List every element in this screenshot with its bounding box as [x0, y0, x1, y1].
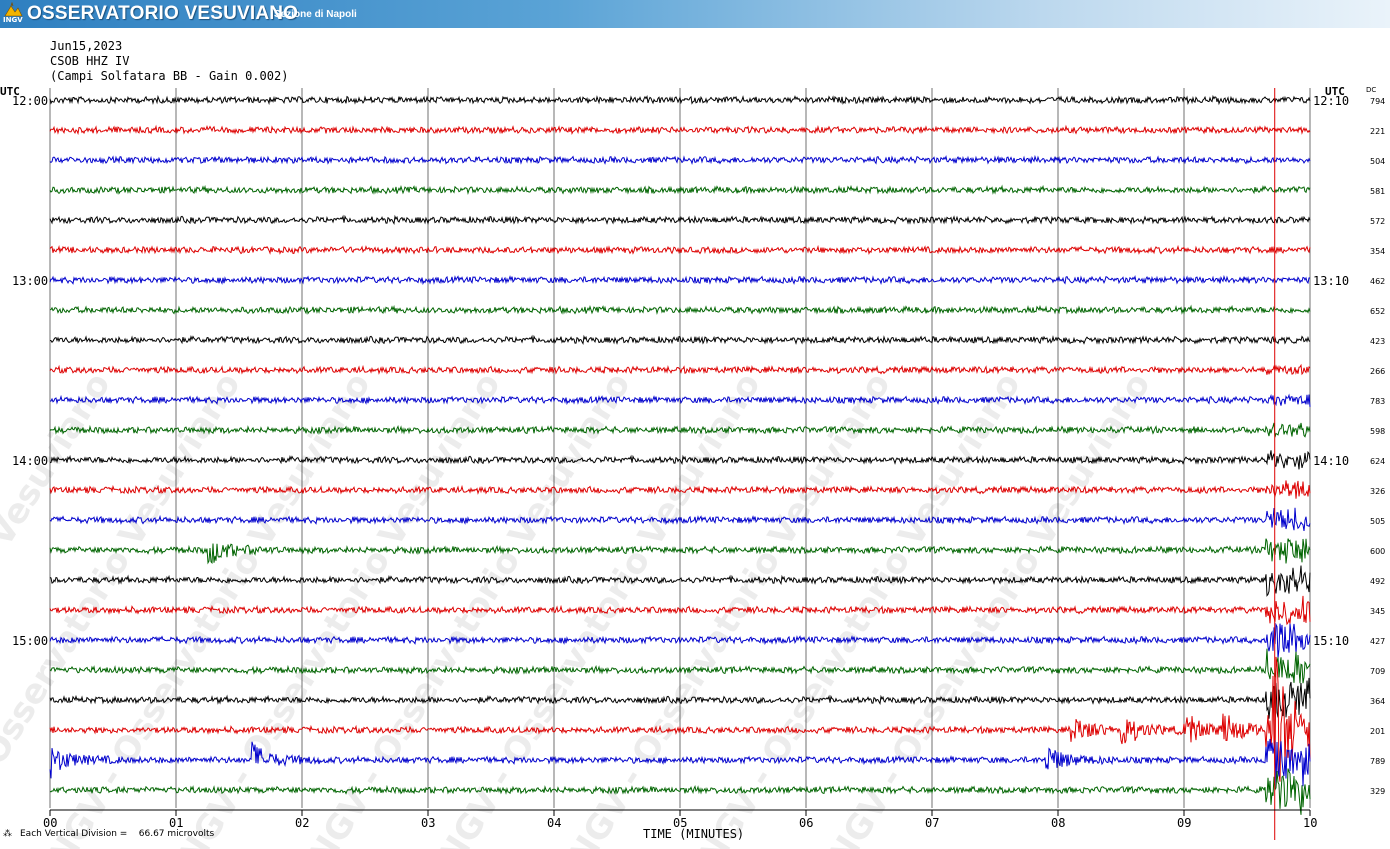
x-tick-label: 02 [295, 816, 309, 830]
left-hour-label: 14:00 [12, 454, 48, 468]
dc-value: 652 [1370, 307, 1385, 316]
dc-value: 783 [1370, 397, 1385, 406]
dc-value: 789 [1370, 757, 1385, 766]
dc-value: 364 [1370, 697, 1385, 706]
x-tick-label: 09 [1177, 816, 1191, 830]
vertical-division-footnote: Each Vertical Division = 66.67 microvolt… [20, 829, 215, 839]
dc-label: DC [1366, 86, 1376, 94]
right-hour-label: 12:10 [1313, 94, 1349, 108]
right-hour-label: 13:10 [1313, 274, 1349, 288]
left-hour-label: 13:00 [12, 274, 48, 288]
dc-value: 326 [1370, 487, 1385, 496]
dc-value: 462 [1370, 277, 1385, 286]
dc-value: 345 [1370, 607, 1385, 616]
dc-value: 492 [1370, 577, 1385, 586]
x-tick-label: 07 [925, 816, 939, 830]
dc-value: 572 [1370, 217, 1385, 226]
x-tick-label: 00 [43, 816, 57, 830]
x-tick-label: 03 [421, 816, 435, 830]
dc-value: 329 [1370, 787, 1385, 796]
dc-value: 423 [1370, 337, 1385, 346]
dc-value: 354 [1370, 247, 1385, 256]
dc-value: 266 [1370, 367, 1385, 376]
x-tick-label: 04 [547, 816, 561, 830]
dc-value: 505 [1370, 517, 1385, 526]
dc-value: 600 [1370, 547, 1385, 556]
dc-value: 581 [1370, 187, 1385, 196]
dc-value: 709 [1370, 667, 1385, 676]
dc-value: 221 [1370, 127, 1385, 136]
left-hour-label: 15:00 [12, 634, 48, 648]
dc-value: 427 [1370, 637, 1385, 646]
right-hour-label: 15:10 [1313, 634, 1349, 648]
x-tick-label: 08 [1051, 816, 1065, 830]
x-axis-label: TIME (MINUTES) [643, 827, 744, 841]
x-tick-label: 06 [799, 816, 813, 830]
right-hour-label: 14:10 [1313, 454, 1349, 468]
x-tick-label: 10 [1303, 816, 1317, 830]
left-hour-label: 12:00 [12, 94, 48, 108]
dc-value: 624 [1370, 457, 1385, 466]
dc-value: 598 [1370, 427, 1385, 436]
dc-value: 794 [1370, 97, 1385, 106]
footnote-icon: ⁂ [3, 829, 12, 839]
x-tick-label: 01 [169, 816, 183, 830]
seismogram-chart: INGV - Osservatorio VesuvianoINGV - Osse… [0, 85, 1385, 849]
dc-value: 201 [1370, 727, 1385, 736]
dc-value: 504 [1370, 157, 1385, 166]
